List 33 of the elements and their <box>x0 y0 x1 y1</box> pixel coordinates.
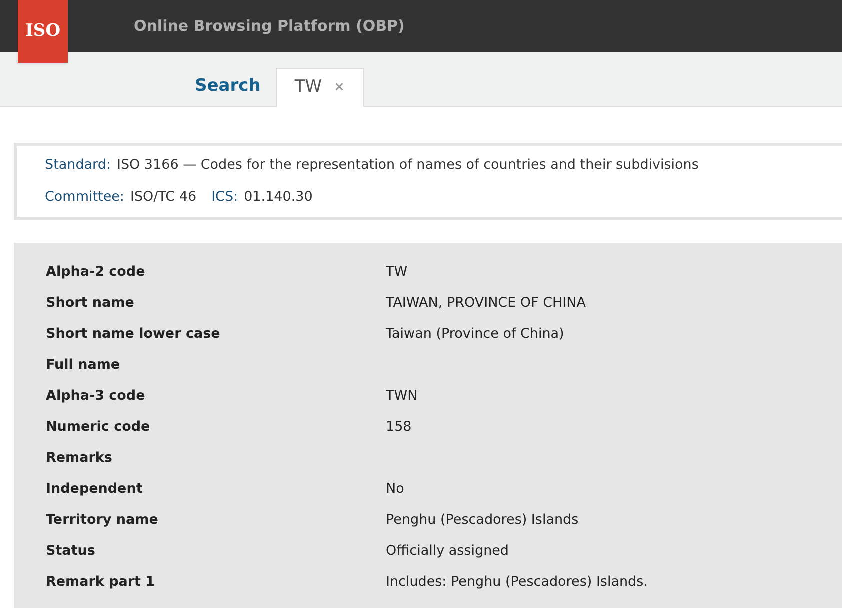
logo[interactable]: ISO <box>18 0 68 63</box>
field-value: 158 <box>386 418 412 437</box>
tab[interactable]: Search <box>180 67 276 106</box>
tab-label: TW <box>294 76 322 100</box>
field-label: Alpha-3 code <box>45 386 146 406</box>
field-value: Officially assigned <box>386 542 509 561</box>
field-label: Short name lower case <box>45 324 222 344</box>
field-label: Remarks <box>45 448 114 468</box>
info-label: Committee: <box>45 188 124 208</box>
field-value: TWN <box>386 386 418 406</box>
info-label: Standard: <box>45 156 111 175</box>
info-value: ISO/TC 46 <box>130 188 197 208</box>
site-title: Online Browsing Platform (OBP) <box>134 16 405 37</box>
field-value: Penghu (Pescadores) Islands <box>386 510 579 530</box>
field-label: Status <box>45 542 96 561</box>
field-label: Remark part 1 <box>45 572 156 592</box>
field-label: Full name <box>45 356 122 375</box>
info-value: ISO 3166 — Codes for the representation of names of countries and their subdivisions <box>116 156 699 175</box>
field-value: Taiwan (Province of China) <box>386 324 564 344</box>
info-label: ICS: <box>212 188 238 208</box>
tab[interactable]: TW × <box>276 68 364 107</box>
tab-label: Search <box>195 74 261 98</box>
field-label: Territory name <box>45 510 160 530</box>
logo-text: ISO <box>25 20 61 43</box>
field-label: Independent <box>45 480 144 499</box>
field-value: Includes: Penghu (Pescadores) Islands. <box>386 572 648 592</box>
field-label: Numeric code <box>45 418 152 437</box>
field-value: TW <box>386 262 408 282</box>
field-value: TAIWAN, PROVINCE OF CHINA <box>386 294 586 313</box>
field-label: Short name <box>45 294 136 313</box>
field-label: Alpha-2 code <box>45 262 146 282</box>
field-value: No <box>386 480 404 499</box>
info-value: 01.140.30 <box>244 188 313 208</box>
